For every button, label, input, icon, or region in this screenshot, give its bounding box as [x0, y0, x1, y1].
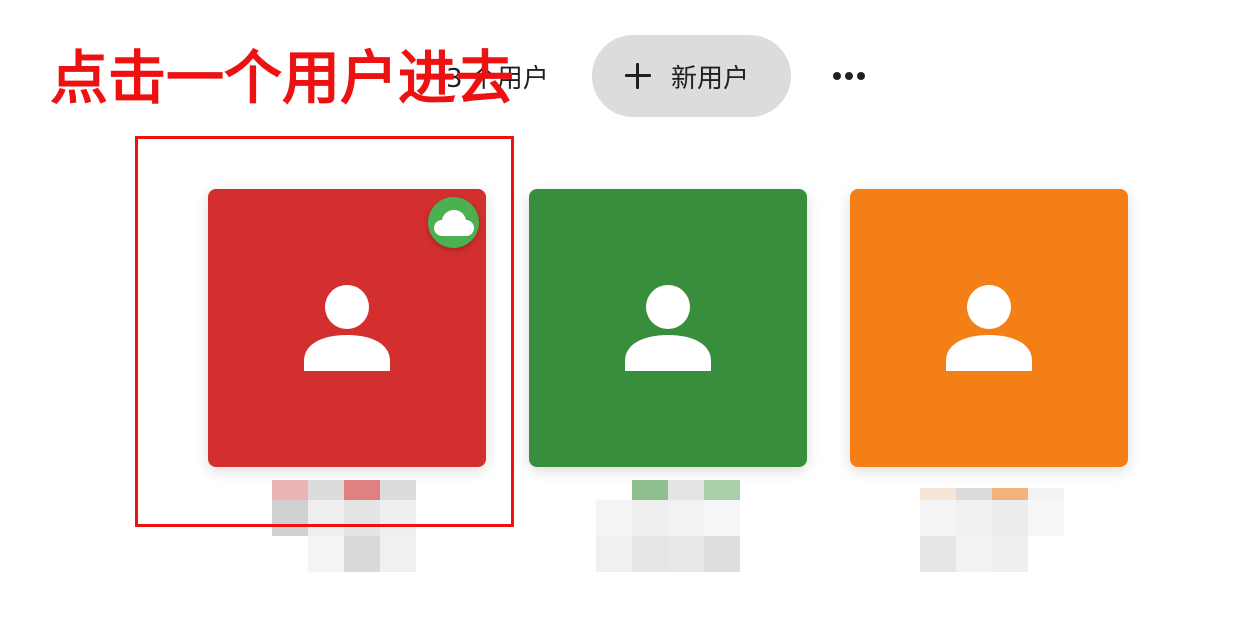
more-options-button[interactable]: [827, 54, 871, 98]
user-tile[interactable]: [850, 189, 1128, 467]
plus-icon: [625, 63, 651, 89]
annotation-text: 点击一个用户进去: [50, 44, 515, 112]
new-user-label: 新用户: [671, 63, 750, 94]
new-user-button[interactable]: 新用户: [592, 35, 791, 117]
redacted-username: [558, 480, 758, 572]
user-selection-page: 3 个用户 新用户 点击一个用户进去: [0, 0, 1237, 635]
person-icon: [625, 285, 711, 371]
user-tile[interactable]: [529, 189, 807, 467]
more-horizontal-icon: [833, 72, 865, 80]
annotation-highlight-box: [135, 136, 514, 527]
person-icon: [946, 285, 1032, 371]
redacted-username: [902, 480, 1102, 572]
